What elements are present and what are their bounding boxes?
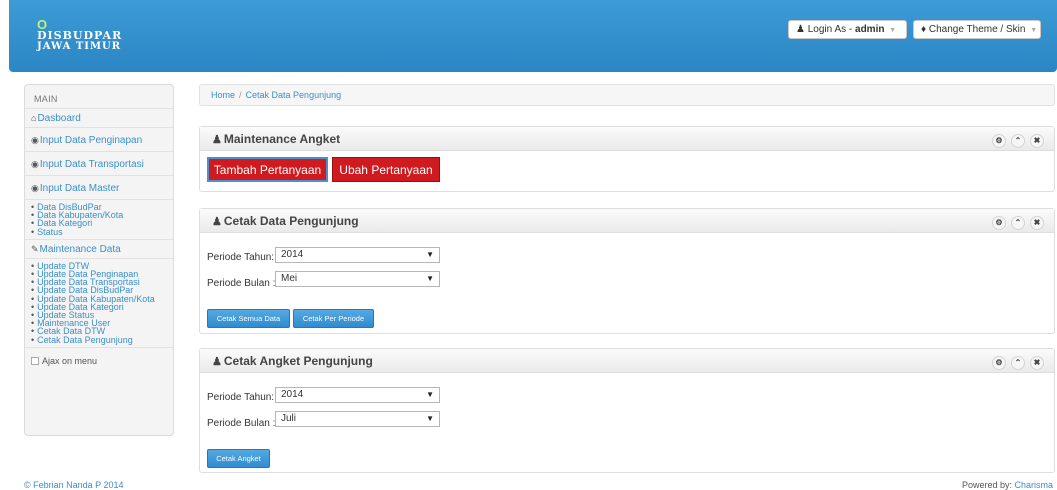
select-value: 2014 <box>281 249 304 260</box>
sidebar-item-input-master[interactable]: ◉Input Data Master <box>25 176 173 200</box>
footer-copyright[interactable]: © Febrian Nanda P 2014 <box>24 480 124 490</box>
sidebar-item-input-penginapan[interactable]: ◉Input Data Penginapan <box>25 128 173 152</box>
cetak-semua-data-button[interactable]: Cetak Semua Data <box>207 309 290 328</box>
caret-down-icon: ▼ <box>426 250 434 259</box>
periode-bulan-label: Periode Bulan : <box>207 418 276 429</box>
select-value: Juli <box>281 413 297 424</box>
chevron-down-icon: ▼ <box>1030 27 1038 34</box>
home-icon: ⌂ <box>31 113 37 123</box>
sidebar-heading: MAIN <box>25 85 173 109</box>
panel-title: Maintenance Angket <box>223 132 341 146</box>
tint-icon: ♦ <box>921 24 927 35</box>
powered-by-label: Powered by: <box>961 480 1015 490</box>
eye-icon: ◉ <box>31 159 39 169</box>
panel-title: Cetak Angket Pengunjung <box>223 354 373 368</box>
submenu-item-status[interactable]: • Status <box>31 227 173 236</box>
periode-bulan-select[interactable]: Mei ▼ <box>275 271 440 287</box>
periode-tahun-select[interactable]: 2014 ▼ <box>275 247 440 263</box>
ajax-toggle[interactable]: Ajax on menu <box>25 348 173 366</box>
logo-text-line2: JAWA TIMUR <box>37 41 122 52</box>
panel-header: ♟ Maintenance Angket ⚙ ⌃ ✖ <box>200 127 1054 151</box>
breadcrumb-home-link[interactable]: Home <box>211 90 235 100</box>
panel-header: ♟ Cetak Data Pengunjung ⚙ ⌃ ✖ <box>200 209 1054 233</box>
caret-down-icon: ▼ <box>426 274 434 283</box>
footer-powered-by: Powered by: Charisma <box>962 480 1053 490</box>
breadcrumb-separator: / <box>239 90 242 100</box>
chevron-up-icon[interactable]: ⌃ <box>1011 134 1025 148</box>
change-theme-dropdown[interactable]: ♦ Change Theme / Skin ▼ <box>913 20 1041 39</box>
gear-icon[interactable]: ⚙ <box>992 356 1006 370</box>
sidebar-item-label: Input Data Transportasi <box>39 159 144 170</box>
submenu-item-cetak-pengunjung[interactable]: • Cetak Data Pengunjung <box>31 335 173 344</box>
cetak-per-periode-button[interactable]: Cetak Per Periode <box>293 309 374 328</box>
periode-tahun-label: Periode Tahun: <box>207 392 275 403</box>
sidebar-item-label: Dasboard <box>37 113 81 124</box>
caret-down-icon: ▼ <box>426 414 434 423</box>
change-theme-label: Change Theme / Skin <box>928 24 1026 35</box>
edit-icon: ✎ <box>31 243 39 254</box>
gear-icon[interactable]: ⚙ <box>992 216 1006 230</box>
close-icon[interactable]: ✖ <box>1030 134 1044 148</box>
master-submenu: • Data DisBudPar • Data Kabupaten/Kota • Da… <box>25 200 173 240</box>
periode-bulan-label: Periode Bulan : <box>207 278 276 289</box>
chevron-up-icon[interactable]: ⌃ <box>1011 216 1025 230</box>
panel-title: Cetak Data Pengunjung <box>223 214 359 228</box>
login-user-dropdown[interactable]: ♟ Login As - admin ▼ <box>788 20 907 39</box>
login-username: admin <box>855 24 885 35</box>
tambah-pertanyaan-button[interactable]: Tambah Pertanyaan <box>207 157 328 182</box>
sidebar-menu: MAIN ⌂Dasboard ◉Input Data Penginapan ◉I… <box>24 84 174 436</box>
eye-icon: ◉ <box>31 135 39 145</box>
cetak-angket-pengunjung-panel: ♟ Cetak Angket Pengunjung ⚙ ⌃ ✖ Periode Tah… <box>199 348 1055 473</box>
ajax-checkbox[interactable] <box>31 356 39 365</box>
select-value: Mei <box>281 273 298 284</box>
cetak-angket-button[interactable]: Cetak Angket <box>207 449 270 468</box>
breadcrumb-current[interactable]: Cetak Data Pengunjung <box>246 90 342 100</box>
sidebar-item-label: Input Data Master <box>39 183 120 194</box>
maintenance-submenu: • Update DTW • Update Data Penginapan • Upd… <box>25 259 173 348</box>
panel-header: ♟ Cetak Angket Pengunjung ⚙ ⌃ ✖ <box>200 349 1054 373</box>
chevron-up-icon[interactable]: ⌃ <box>1011 356 1025 370</box>
gear-icon[interactable]: ⚙ <box>992 134 1006 148</box>
periode-bulan-select[interactable]: Juli ▼ <box>275 411 440 427</box>
user-icon: ♟ <box>212 356 222 368</box>
sidebar-item-input-transportasi[interactable]: ◉Input Data Transportasi <box>25 152 173 176</box>
close-icon[interactable]: ✖ <box>1030 356 1044 370</box>
sidebar-item-maintenance-data[interactable]: ✎Maintenance Data <box>25 240 173 259</box>
periode-tahun-label: Periode Tahun: <box>207 252 275 263</box>
breadcrumb: Home / Cetak Data Pengunjung <box>199 84 1055 106</box>
sidebar-item-label: Input Data Penginapan <box>39 135 143 146</box>
close-icon[interactable]: ✖ <box>1030 216 1044 230</box>
cetak-data-pengunjung-panel: ♟ Cetak Data Pengunjung ⚙ ⌃ ✖ Periode Tahun… <box>199 208 1055 334</box>
sidebar-item-dashboard[interactable]: ⌂Dasboard <box>25 109 173 128</box>
user-icon: ♟ <box>796 24 805 35</box>
user-icon: ♟ <box>212 216 222 228</box>
select-value: 2014 <box>281 389 304 400</box>
top-navbar: O DISBUDPAR JAWA TIMUR ♟ Login As - admi… <box>9 0 1057 72</box>
maintenance-angket-panel: ♟ Maintenance Angket ⚙ ⌃ ✖ Tambah Pertanyaa… <box>199 126 1055 192</box>
charisma-link[interactable]: Charisma <box>1014 480 1053 490</box>
eye-icon: ◉ <box>31 183 39 193</box>
panel-tools: ⚙ ⌃ ✖ <box>987 132 1044 148</box>
ajax-label: Ajax on menu <box>42 355 98 366</box>
ubah-pertanyaan-button[interactable]: Ubah Pertanyaan <box>332 157 440 182</box>
login-prefix: Login As - <box>807 24 856 35</box>
periode-tahun-select[interactable]: 2014 ▼ <box>275 387 440 403</box>
brand-logo[interactable]: O DISBUDPAR JAWA TIMUR <box>37 18 122 52</box>
chevron-down-icon: ▼ <box>889 27 897 34</box>
panel-tools: ⚙ ⌃ ✖ <box>987 354 1044 370</box>
user-icon: ♟ <box>212 134 222 146</box>
panel-tools: ⚙ ⌃ ✖ <box>987 214 1044 230</box>
caret-down-icon: ▼ <box>426 390 434 399</box>
sidebar-item-label: Maintenance Data <box>39 243 121 255</box>
